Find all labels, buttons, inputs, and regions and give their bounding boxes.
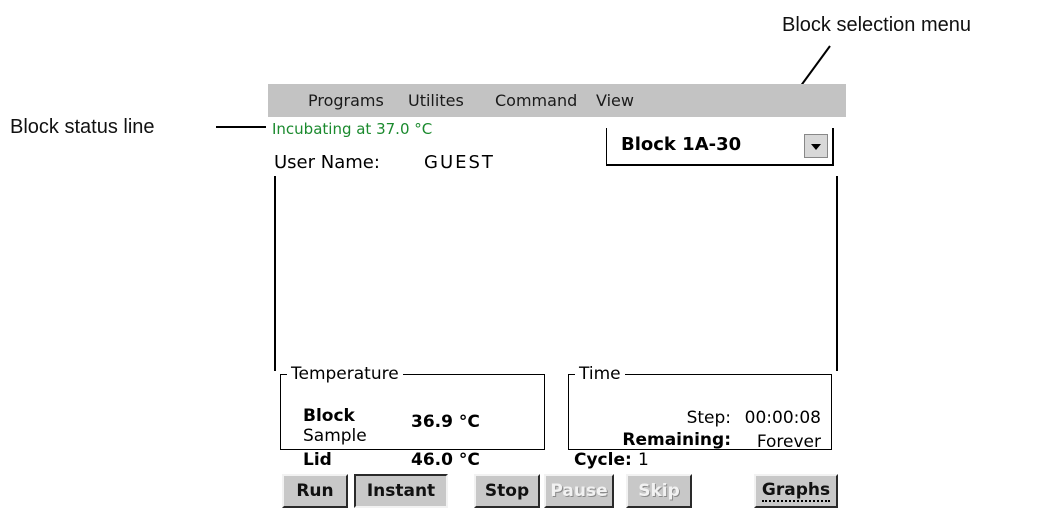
remaining-label: Remaining: (622, 430, 731, 450)
graphs-button[interactable]: Graphs (754, 474, 838, 508)
time-title: Time (579, 364, 621, 384)
block-temp-value: 36.9 °C (411, 412, 480, 432)
cycle-row: Cycle: 1 (574, 450, 649, 470)
time-group: Time Step: 00:00:08 Remaining: Forever (568, 364, 832, 452)
user-name-value: GUEST (424, 152, 495, 173)
block-temp-label: Block (303, 406, 355, 426)
graphs-button-label: Graphs (761, 480, 831, 502)
lid-temp-value: 46.0 °C (411, 450, 480, 470)
stop-button[interactable]: Stop (474, 474, 540, 508)
menu-utilities[interactable]: Utilites (408, 91, 464, 110)
block-selection-value: Block 1A-30 (621, 134, 742, 155)
program-display-area (274, 176, 838, 371)
lid-temp-label: Lid (303, 450, 332, 470)
cycle-label: Cycle: (574, 450, 632, 470)
block-status-line: Incubating at 37.0 °C (272, 120, 433, 138)
callout-block-selection-menu: Block selection menu (782, 14, 971, 36)
block-selection-menu[interactable]: Block 1A-30 (606, 128, 834, 166)
chevron-down-icon[interactable] (804, 134, 828, 158)
temperature-group: Temperature Block 36.9 °C Sample Lid 46.… (280, 364, 545, 470)
step-label: Step: (686, 408, 731, 428)
pause-button[interactable]: Pause (544, 474, 614, 508)
menu-command[interactable]: Command (495, 91, 577, 110)
thermal-cycler-screen: Programs Utilites Command View Incubatin… (268, 84, 846, 514)
menu-view[interactable]: View (596, 91, 634, 110)
skip-button[interactable]: Skip (626, 474, 692, 508)
run-button[interactable]: Run (282, 474, 348, 508)
step-time-value: 00:00:08 (744, 408, 821, 428)
temperature-title: Temperature (291, 364, 399, 384)
menu-programs[interactable]: Programs (308, 91, 384, 110)
cycle-value: 1 (638, 450, 649, 470)
user-name-label: User Name: (274, 152, 380, 173)
instant-button[interactable]: Instant (354, 474, 448, 508)
callout-block-status-line: Block status line (10, 116, 155, 138)
menu-bar: Programs Utilites Command View (268, 84, 846, 117)
sample-temp-label: Sample (303, 426, 367, 446)
remaining-value: Forever (756, 432, 821, 452)
